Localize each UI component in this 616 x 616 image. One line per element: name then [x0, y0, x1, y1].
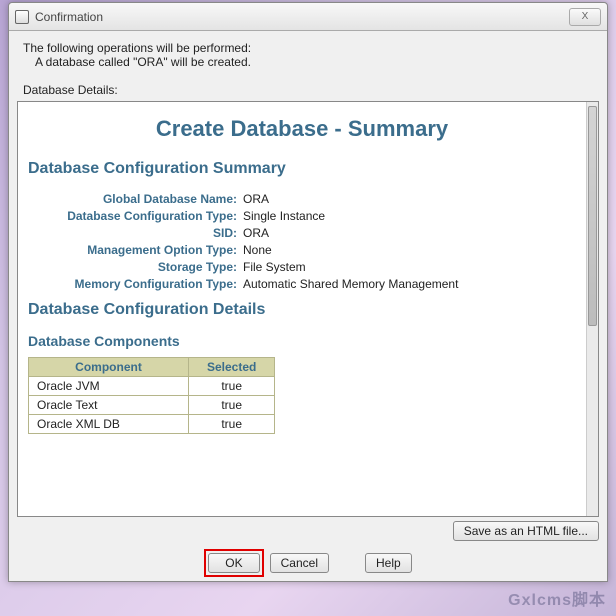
kv-key: Memory Configuration Type:: [28, 277, 243, 291]
message-line-1: The following operations will be perform…: [23, 41, 593, 55]
titlebar: Confirmation X: [9, 3, 607, 31]
component-selected: true: [189, 415, 275, 434]
kv-value: ORA: [243, 192, 269, 206]
message-area: The following operations will be perform…: [9, 31, 607, 75]
kv-config-type: Database Configuration Type: Single Inst…: [28, 209, 576, 223]
col-component: Component: [29, 358, 189, 377]
message-line-2: A database called "ORA" will be created.: [35, 55, 593, 69]
vertical-scrollbar[interactable]: [586, 102, 598, 516]
table-row: Oracle JVM true: [29, 377, 275, 396]
confirmation-dialog: Confirmation X The following operations …: [8, 2, 608, 582]
kv-memory: Memory Configuration Type: Automatic Sha…: [28, 277, 576, 291]
kv-key: Global Database Name:: [28, 192, 243, 206]
scrollbar-thumb[interactable]: [588, 106, 597, 326]
table-row: Oracle Text true: [29, 396, 275, 415]
kv-value: ORA: [243, 226, 269, 240]
kv-key: SID:: [28, 226, 243, 240]
section-config-details: Database Configuration Details: [28, 301, 576, 319]
help-button[interactable]: Help: [365, 553, 412, 573]
subsection-components: Database Components: [28, 333, 576, 349]
kv-key: Database Configuration Type:: [28, 209, 243, 223]
ok-highlight: OK: [204, 549, 263, 577]
kv-storage: Storage Type: File System: [28, 260, 576, 274]
component-selected: true: [189, 377, 275, 396]
cancel-button[interactable]: Cancel: [270, 553, 329, 573]
component-name: Oracle XML DB: [29, 415, 189, 434]
watermark: Gxlcms脚本: [508, 586, 606, 610]
close-icon: X: [582, 11, 589, 22]
details-label: Database Details:: [23, 83, 607, 97]
window-title: Confirmation: [35, 10, 569, 24]
summary-title: Create Database - Summary: [28, 116, 576, 142]
close-button[interactable]: X: [569, 8, 601, 26]
kv-global-db-name: Global Database Name: ORA: [28, 192, 576, 206]
kv-value: Automatic Shared Memory Management: [243, 277, 458, 291]
component-selected: true: [189, 396, 275, 415]
details-pane: Create Database - Summary Database Confi…: [17, 101, 599, 517]
table-header-row: Component Selected: [29, 358, 275, 377]
section-config-summary: Database Configuration Summary: [28, 160, 576, 178]
save-row: Save as an HTML file...: [9, 517, 607, 543]
kv-value: None: [243, 243, 272, 257]
app-icon: [15, 10, 29, 24]
kv-mgmt: Management Option Type: None: [28, 243, 576, 257]
details-content: Create Database - Summary Database Confi…: [18, 102, 586, 516]
ok-button[interactable]: OK: [208, 553, 259, 573]
component-name: Oracle Text: [29, 396, 189, 415]
component-name: Oracle JVM: [29, 377, 189, 396]
table-row: Oracle XML DB true: [29, 415, 275, 434]
kv-key: Management Option Type:: [28, 243, 243, 257]
kv-value: Single Instance: [243, 209, 325, 223]
components-table: Component Selected Oracle JVM true Oracl…: [28, 357, 275, 434]
col-selected: Selected: [189, 358, 275, 377]
kv-value: File System: [243, 260, 306, 274]
kv-key: Storage Type:: [28, 260, 243, 274]
save-html-button[interactable]: Save as an HTML file...: [453, 521, 599, 541]
dialog-button-row: OK Cancel Help: [9, 543, 607, 581]
kv-sid: SID: ORA: [28, 226, 576, 240]
